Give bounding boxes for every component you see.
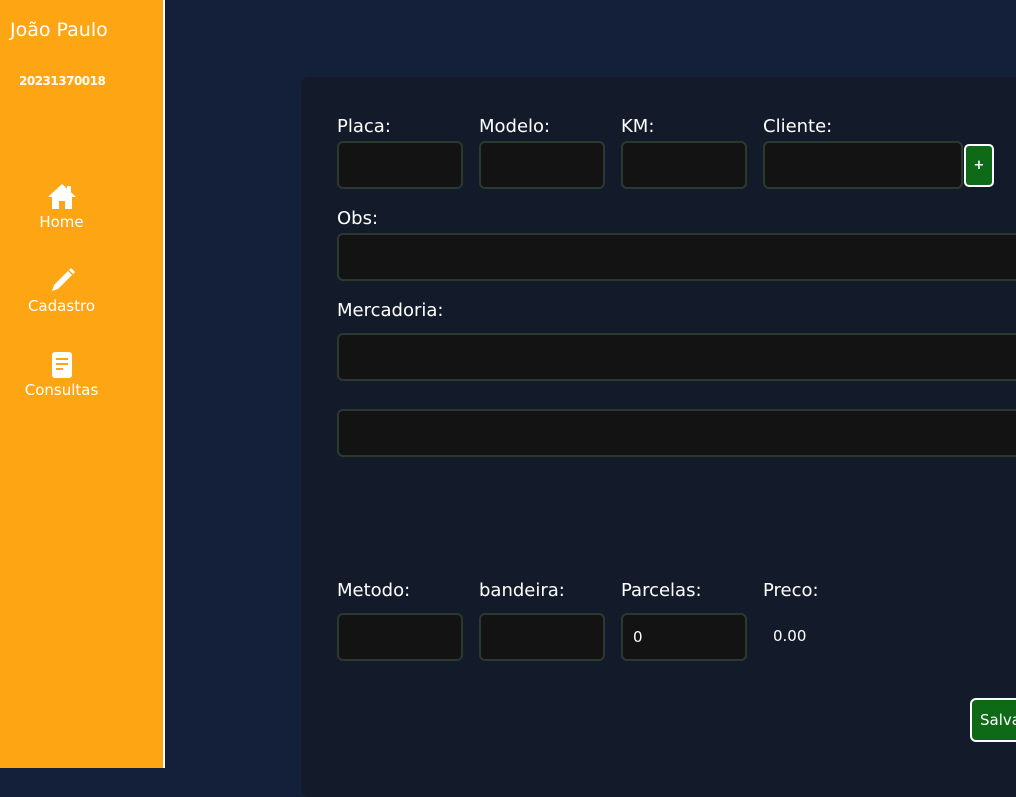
- pencil-icon: [47, 266, 77, 296]
- main-area: Placa: Modelo: KM: Cliente: + Obs: Merca…: [167, 0, 1016, 768]
- preco-label: Preco:: [763, 580, 819, 601]
- add-client-button[interactable]: +: [964, 144, 994, 187]
- user-name: João Paulo: [10, 19, 108, 41]
- sidebar-item-label: Cadastro: [0, 297, 123, 315]
- obs-label: Obs:: [337, 208, 378, 229]
- modelo-label: Modelo:: [479, 116, 550, 137]
- km-input[interactable]: [621, 141, 747, 189]
- parcelas-input[interactable]: [621, 613, 747, 661]
- mercadoria-label: Mercadoria:: [337, 300, 443, 321]
- sidebar-item-label: Consultas: [0, 381, 123, 399]
- cliente-input[interactable]: [763, 141, 963, 189]
- metodo-label: Metodo:: [337, 580, 410, 601]
- document-icon: [47, 350, 77, 380]
- km-label: KM:: [621, 116, 654, 137]
- sidebar-item-cadastro[interactable]: Cadastro: [0, 266, 123, 315]
- sidebar-item-label: Home: [0, 213, 123, 231]
- home-icon: [47, 182, 77, 212]
- bandeira-label: bandeira:: [479, 580, 565, 601]
- parcelas-label: Parcelas:: [621, 580, 702, 601]
- bandeira-input[interactable]: [479, 613, 605, 661]
- cliente-label: Cliente:: [763, 116, 832, 137]
- sidebar-item-consultas[interactable]: Consultas: [0, 350, 123, 399]
- sidebar: João Paulo 20231370018 Home Cadastro Con…: [0, 0, 165, 768]
- user-id: 20231370018: [19, 74, 105, 88]
- obs-input[interactable]: [337, 233, 1016, 281]
- save-button[interactable]: Salvar: [970, 698, 1016, 742]
- mercadoria-input-2[interactable]: [337, 409, 1016, 457]
- modelo-input[interactable]: [479, 141, 605, 189]
- preco-value: 0.00: [773, 627, 806, 645]
- placa-input[interactable]: [337, 141, 463, 189]
- metodo-input[interactable]: [337, 613, 463, 661]
- sidebar-item-home[interactable]: Home: [0, 182, 123, 231]
- mercadoria-input[interactable]: [337, 333, 1016, 381]
- placa-label: Placa:: [337, 116, 391, 137]
